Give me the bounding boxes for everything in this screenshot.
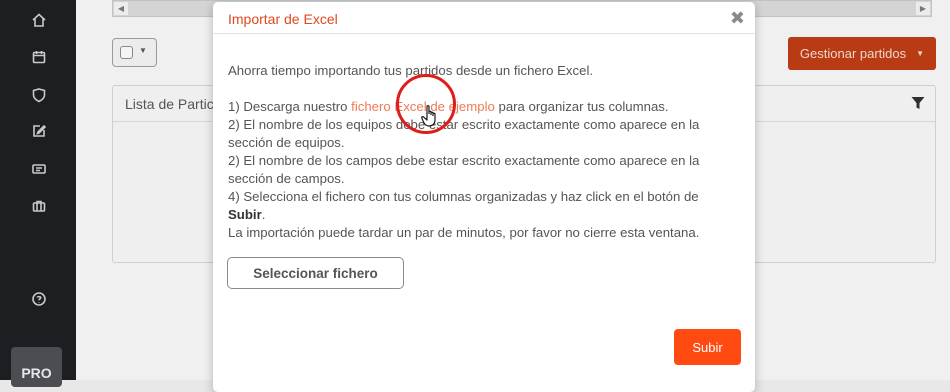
help-icon[interactable] xyxy=(30,290,48,308)
import-note: La importación puede tardar un par de mi… xyxy=(228,225,700,240)
select-all-dropdown[interactable]: ▼ xyxy=(112,38,157,67)
manage-matches-button[interactable]: Gestionar partidos ▼ xyxy=(788,37,936,70)
intro-text: Ahorra tiempo importando tus partidos de… xyxy=(228,63,594,78)
sidebar: PRO xyxy=(0,0,76,387)
filter-icon[interactable] xyxy=(911,96,925,110)
edit-icon[interactable] xyxy=(30,122,48,140)
step-4-bold: Subir xyxy=(228,207,262,222)
home-icon[interactable] xyxy=(30,11,48,29)
panel-title: Lista de Partic xyxy=(125,96,214,112)
manage-matches-label: Gestionar partidos xyxy=(799,46,907,61)
step-1: 1) Descarga nuestro fichero Excel de eje… xyxy=(228,98,738,116)
modal-header: Importar de Excel ✖ xyxy=(213,2,755,34)
pro-badge[interactable]: PRO xyxy=(11,347,62,387)
step-2-fields: 2) El nombre de los campos debe estar es… xyxy=(228,153,700,186)
caret-down-icon: ▼ xyxy=(916,49,925,58)
checkbox-icon xyxy=(120,46,133,59)
step-1-suffix: para organizar tus columnas. xyxy=(494,99,669,114)
caret-down-icon: ▼ xyxy=(139,46,147,55)
modal-title: Importar de Excel xyxy=(228,11,338,27)
calendar-icon[interactable] xyxy=(30,48,48,66)
step-2-teams: 2) El nombre de los equipos debe estar e… xyxy=(228,117,700,150)
step-1-prefix: 1) Descarga nuestro xyxy=(228,99,352,114)
close-icon[interactable]: ✖ xyxy=(730,8,745,29)
shield-icon[interactable] xyxy=(30,86,48,104)
select-file-button[interactable]: Seleccionar fichero xyxy=(227,257,404,289)
scroll-left-arrow-icon[interactable]: ◀ xyxy=(114,2,128,15)
step-4-prefix: 4) Selecciona el fichero con tus columna… xyxy=(228,189,699,204)
modal-body: Ahorra tiempo importando tus partidos de… xyxy=(228,62,738,242)
hand-pointer-icon xyxy=(421,105,436,127)
step-4: 4) Selecciona el fichero con tus columna… xyxy=(228,188,738,224)
submit-button[interactable]: Subir xyxy=(674,329,741,365)
step-4-suffix: . xyxy=(261,207,266,222)
briefcase-icon[interactable] xyxy=(30,197,48,215)
id-card-icon[interactable] xyxy=(30,160,48,178)
scroll-right-arrow-icon[interactable]: ▶ xyxy=(916,2,930,15)
import-excel-modal: Importar de Excel ✖ Ahorra tiempo import… xyxy=(213,2,755,392)
